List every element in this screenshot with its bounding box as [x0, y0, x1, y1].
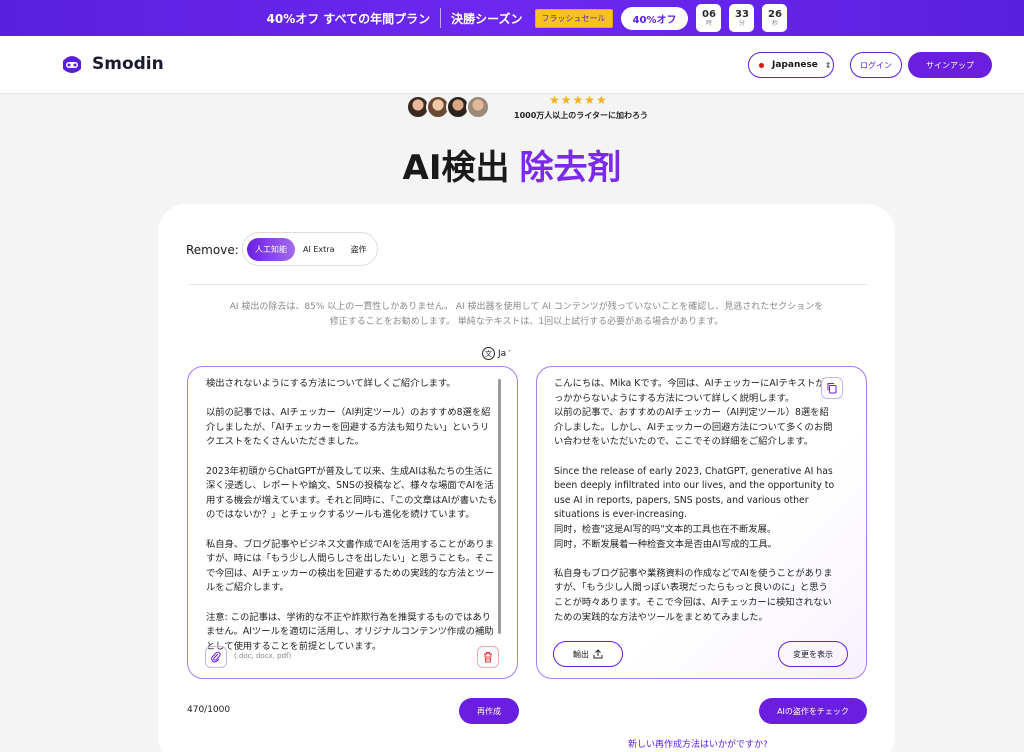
clear-text-button[interactable] [477, 646, 499, 668]
rewrite-button[interactable]: 再作成 [459, 698, 519, 724]
countdown-seconds: 26 秒 [762, 4, 788, 32]
mode-plagiarism-button[interactable]: 盗作 [343, 238, 375, 261]
smodin-logo-icon [63, 56, 81, 73]
user-avatars [406, 95, 490, 119]
export-button[interactable]: 輸出 [553, 641, 623, 667]
output-text: こんにちは、Mika Kです。今回は、AIチェッカーにAIテキストが引っかからな… [554, 378, 835, 623]
tool-card: Remove: 人工知能 AI Extra 盗作 AI 検出の除去は、85% 以… [158, 204, 895, 752]
site-header: Smodin Japanese ⇕ ログイン サインアップ [0, 36, 1024, 94]
input-scrollbar[interactable] [498, 379, 501, 634]
translate-icon: 文 [482, 347, 495, 360]
output-language-toggle[interactable]: 文 Ja ˅ [482, 347, 511, 360]
flash-sale-badge: フラッシュセール [534, 8, 613, 28]
avatar [466, 95, 490, 119]
accuracy-notice: AI 検出の除去は、85% 以上の一貫性しかありません。 AI 検出器を使用して… [229, 302, 824, 327]
brand-logo[interactable]: Smodin [60, 53, 164, 75]
chevron-updown-icon: ⇕ [824, 60, 832, 70]
upload-icon [593, 649, 603, 659]
login-button[interactable]: ログイン [850, 52, 902, 78]
input-panel: 検出されないようにする方法について詳しくご紹介します。 以前の記事では、AIチェ… [187, 366, 518, 679]
paperclip-icon [211, 651, 221, 663]
copy-button[interactable] [821, 377, 843, 399]
trash-icon [484, 652, 492, 663]
promo-divider [440, 8, 442, 28]
language-selector[interactable]: Japanese ⇕ [748, 52, 834, 78]
rating-stars: ★★★★★ [549, 93, 608, 107]
word-count: 470/1000 [187, 705, 231, 715]
page-title: AI検出 除去剤 [0, 140, 1024, 189]
mode-ai-extra-button[interactable]: AI Extra [295, 239, 343, 260]
check-ai-plagiarism-button[interactable]: AIの盗作をチェック [759, 698, 867, 724]
writers-tagline: 1000万人以上のライターに加わろう [514, 111, 648, 120]
divider [188, 284, 867, 285]
output-language-label: Ja [498, 348, 507, 359]
promo-season: 決勝シーズン [451, 11, 523, 26]
remove-label: Remove: [186, 243, 239, 257]
title-accent: 除去剤 [519, 148, 622, 188]
copy-icon [827, 383, 837, 394]
input-textarea[interactable]: 検出されないようにする方法について詳しくご紹介します。 以前の記事では、AIチェ… [206, 377, 498, 654]
promo-banner[interactable]: 40%オフ すべての年間プラン 決勝シーズン フラッシュセール 40%オフ 06… [0, 0, 1024, 36]
countdown-minutes: 33 分 [729, 4, 755, 32]
promo-text: 40%オフ すべての年間プラン [266, 11, 431, 26]
export-label: 輸出 [573, 649, 589, 659]
discount-pill: 40%オフ [620, 6, 689, 30]
japan-flag-icon [759, 62, 764, 68]
chevron-down-icon: ˅ [508, 350, 512, 357]
title-main: AI検出 [402, 148, 510, 188]
countdown-hours: 06 時 [696, 4, 722, 32]
output-panel: こんにちは、Mika Kです。今回は、AIチェッカーにAIテキストが引っかからな… [536, 366, 867, 679]
new-rewrite-link[interactable]: 新しい再作成方法はいかがですか? [628, 737, 768, 750]
attach-file-button[interactable] [205, 646, 227, 668]
show-changes-button[interactable]: 変更を表示 [778, 641, 848, 667]
signup-button[interactable]: サインアップ [908, 52, 992, 78]
remove-mode-toggle: 人工知能 AI Extra 盗作 [242, 232, 378, 266]
mode-ai-button[interactable]: 人工知能 [247, 237, 295, 261]
language-label: Japanese [772, 60, 818, 70]
brand-name: Smodin [92, 54, 164, 74]
file-types-hint: (.doc, docx, pdf) [234, 652, 292, 660]
